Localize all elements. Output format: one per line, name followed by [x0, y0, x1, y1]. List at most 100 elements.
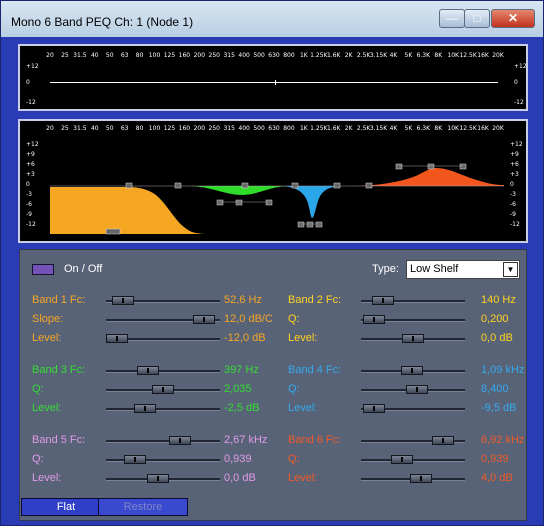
- band6-handle-right[interactable]: [459, 163, 467, 170]
- band6-slider[interactable]: [361, 455, 465, 464]
- band2-handle[interactable]: [125, 182, 133, 189]
- freq-label: 4K: [389, 52, 398, 59]
- band6-handle-center[interactable]: [427, 163, 435, 170]
- eq-graph[interactable]: 20 25 31.5 40 50 63 80 100 125 160 200 250 315 400 500…: [18, 119, 528, 243]
- band3-handle-left[interactable]: [216, 199, 224, 206]
- band3-slider[interactable]: [106, 404, 220, 413]
- freq-label: 160: [178, 52, 191, 59]
- slider-thumb[interactable]: [431, 436, 454, 445]
- band6-param-label: Level:: [288, 472, 318, 484]
- close-button[interactable]: ✕: [491, 9, 535, 28]
- freq-label: 2.5K: [356, 52, 371, 59]
- band4-slider[interactable]: [361, 366, 465, 375]
- freq-label: 5K: [404, 52, 413, 59]
- band6-curve: [350, 168, 504, 186]
- band5-param-value: 2,67 kHz: [224, 434, 268, 446]
- slider-thumb[interactable]: [169, 436, 192, 445]
- band4-slider[interactable]: [361, 385, 465, 394]
- band4-param-label: Q:: [288, 383, 300, 395]
- band3-param-label: Level:: [32, 402, 62, 414]
- restore-button[interactable]: Restore: [98, 498, 188, 516]
- band5-param-value: 0,0 dB: [224, 472, 256, 484]
- slider-thumb[interactable]: [371, 296, 394, 305]
- slider-thumb[interactable]: [193, 315, 216, 324]
- slider-thumb[interactable]: [401, 366, 424, 375]
- freq-label: 10K: [447, 52, 459, 59]
- chevron-down-icon[interactable]: ▼: [503, 262, 518, 277]
- minimize-button[interactable]: —: [439, 9, 465, 28]
- band4-param-value: -9,5 dB: [481, 402, 517, 414]
- slider-thumb[interactable]: [124, 455, 147, 464]
- type-select[interactable]: Low Shelf ▼: [406, 260, 520, 279]
- band4-handle-top[interactable]: [291, 182, 299, 189]
- freq-label: 16K: [477, 52, 489, 59]
- band1-param-value: 52,6 Hz: [224, 294, 262, 306]
- band6-handle-left[interactable]: [395, 163, 403, 170]
- band4-handle-center[interactable]: [306, 221, 314, 228]
- top-y-label-pos12: +12: [26, 63, 39, 70]
- band6-slider[interactable]: [361, 436, 465, 445]
- band1-handle[interactable]: [105, 228, 121, 235]
- slider-thumb[interactable]: [106, 334, 128, 343]
- band2-slider[interactable]: [361, 334, 465, 343]
- slider-thumb[interactable]: [133, 404, 156, 413]
- band6-param-value: 6,92 kHz: [481, 434, 525, 446]
- freq-label: 800: [283, 52, 295, 59]
- band5-param-value: 0,939: [224, 453, 252, 465]
- flat-response-line: [50, 82, 498, 83]
- freq-label: 1.25K: [310, 52, 328, 59]
- band2-handle-2[interactable]: [174, 182, 182, 189]
- band1-param-label: Slope:: [32, 313, 64, 325]
- band5-slider[interactable]: [106, 455, 220, 464]
- band5-handle[interactable]: [333, 182, 341, 189]
- band4-param-value: 8,400: [481, 383, 509, 395]
- freq-label: 50: [105, 52, 114, 59]
- band1-slider[interactable]: [106, 315, 220, 324]
- onoff-label: On / Off: [64, 263, 103, 275]
- eq-curves: [50, 163, 504, 235]
- band1-slider[interactable]: [106, 334, 220, 343]
- window-title: Mono 6 Band PEQ Ch: 1 (Node 1): [11, 15, 194, 29]
- slider-thumb[interactable]: [111, 296, 134, 305]
- maximize-button[interactable]: □: [464, 9, 490, 28]
- slider-thumb[interactable]: [402, 334, 424, 343]
- type-label: Type:: [372, 263, 399, 275]
- band3-handle-right[interactable]: [265, 199, 273, 206]
- band2-slider[interactable]: [361, 315, 465, 324]
- band1-param-value: -12,0 dB: [224, 332, 266, 344]
- slider-thumb[interactable]: [406, 385, 429, 394]
- slider-thumb[interactable]: [391, 455, 414, 464]
- freq-label: 250: [208, 52, 220, 59]
- onoff-toggle[interactable]: [32, 264, 54, 275]
- band1-param-value: 12,0 dB/C: [224, 313, 273, 325]
- band5-slider[interactable]: [106, 474, 220, 483]
- title-bar[interactable]: Mono 6 Band PEQ Ch: 1 (Node 1) — □ ✕: [1, 1, 543, 37]
- band3-slider[interactable]: [106, 366, 220, 375]
- band4-param-value: 1,09 kHz: [481, 364, 525, 376]
- band3-handle-center[interactable]: [235, 199, 243, 206]
- top-y-label-0: 0: [26, 79, 30, 86]
- band4-slider[interactable]: [361, 404, 465, 413]
- band3-handle-top[interactable]: [241, 182, 249, 189]
- band5-slider[interactable]: [106, 436, 220, 445]
- band2-slider[interactable]: [361, 296, 465, 305]
- band5-handle-2[interactable]: [365, 182, 373, 189]
- slider-thumb[interactable]: [362, 404, 385, 413]
- band4-handle-right[interactable]: [315, 221, 323, 228]
- freq-label: 2K: [344, 52, 353, 59]
- slider-thumb[interactable]: [152, 385, 174, 394]
- band1-slider[interactable]: [106, 296, 220, 305]
- band2-param-label: Q:: [288, 313, 300, 325]
- band4-handle-left[interactable]: [297, 221, 305, 228]
- band3-slider[interactable]: [106, 385, 220, 394]
- band6-slider[interactable]: [361, 474, 465, 483]
- type-value: Low Shelf: [410, 263, 459, 275]
- slider-thumb[interactable]: [362, 315, 385, 324]
- center-marker: [275, 80, 276, 85]
- freq-label: 315: [223, 52, 235, 59]
- slider-thumb[interactable]: [147, 474, 170, 483]
- slider-thumb[interactable]: [410, 474, 433, 483]
- slider-thumb[interactable]: [137, 366, 160, 375]
- band2-param-value: 0,0 dB: [481, 332, 513, 344]
- band2-param-label: Level:: [288, 332, 318, 344]
